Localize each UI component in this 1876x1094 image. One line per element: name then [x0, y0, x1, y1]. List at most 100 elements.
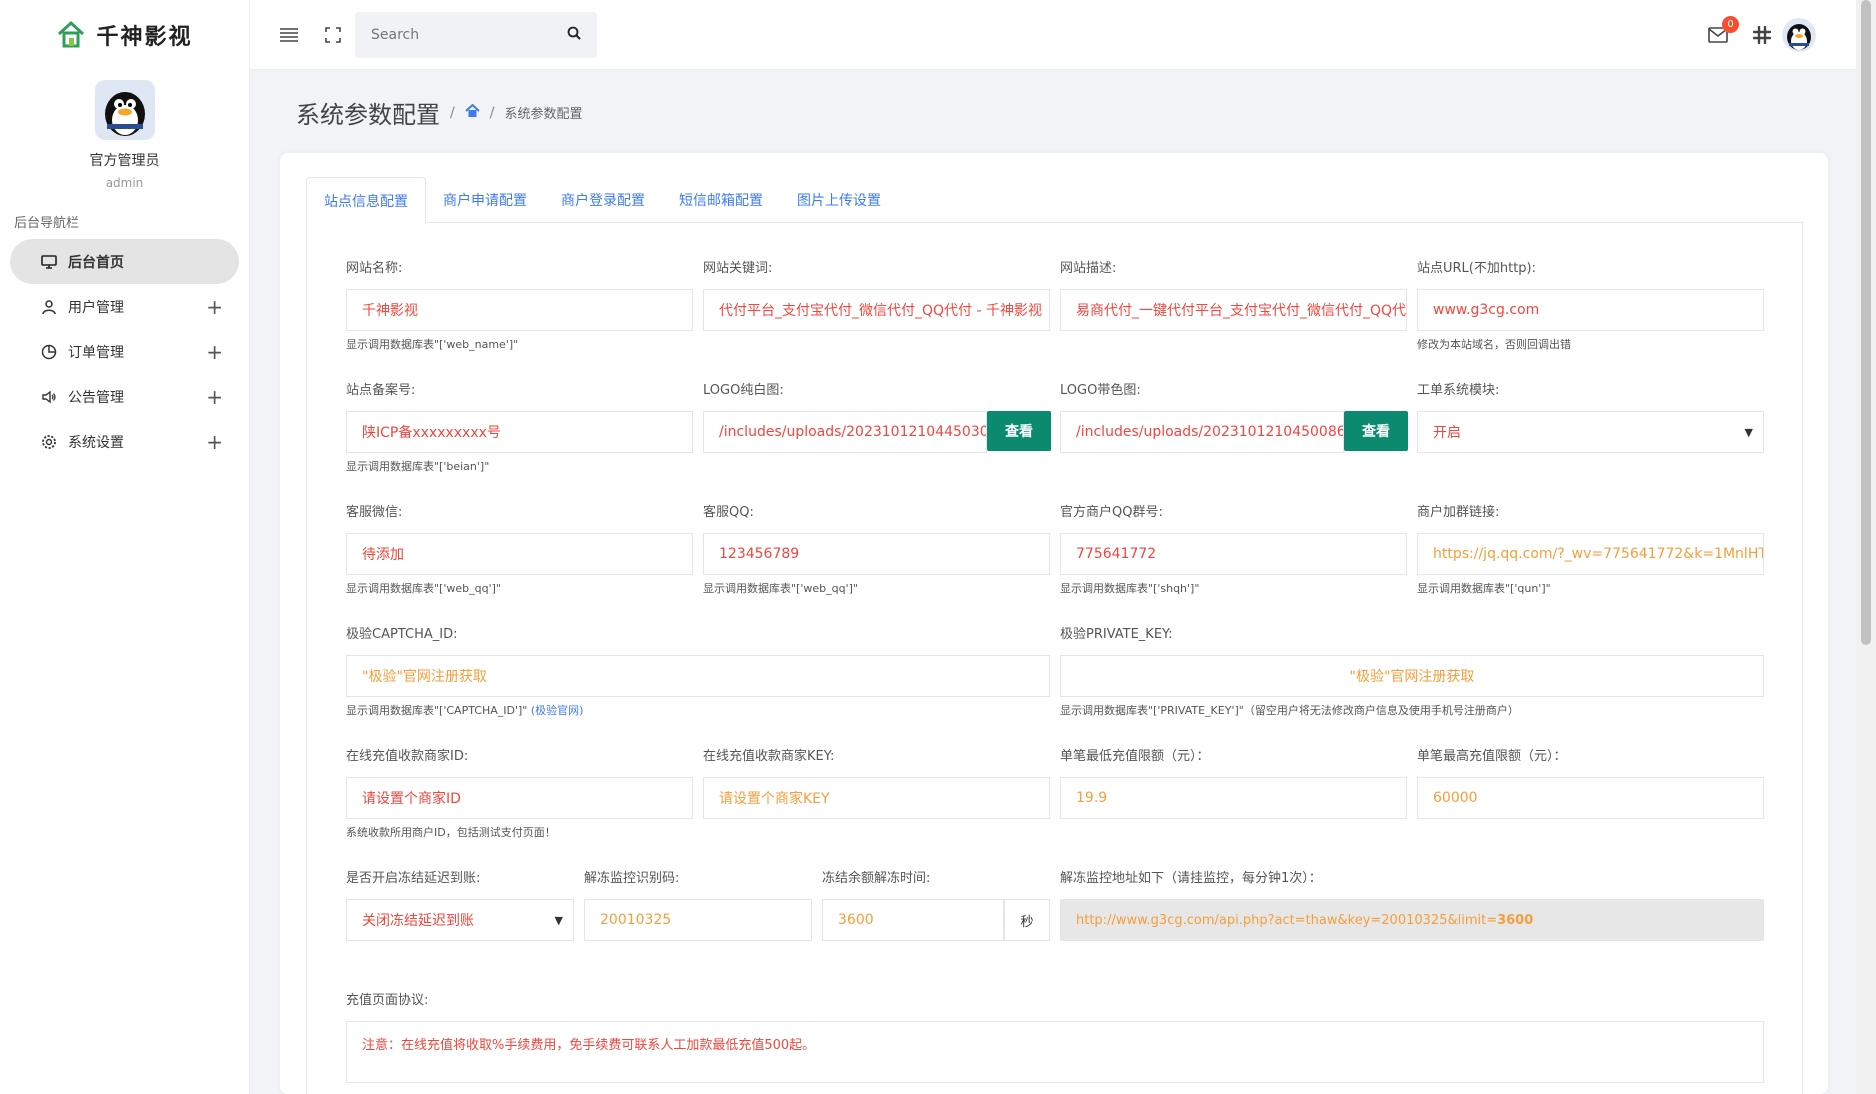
field-label: 在线充值收款商家KEY:	[703, 749, 835, 764]
field-label: 极验PRIVATE_KEY:	[1060, 627, 1173, 642]
field-help: 系统收款所用商户ID，包括测试支付页面！	[346, 826, 556, 839]
geetest-official-link[interactable]: (极验官网)	[531, 704, 584, 717]
field-label: 解冻监控地址如下（请挂监控，每分钟1次）：	[1060, 871, 1322, 886]
service-qq-input[interactable]: 123456789	[703, 533, 1050, 575]
tab-merchant-login[interactable]: 商户登录配置	[544, 177, 662, 223]
max-recharge-input[interactable]: 60000	[1417, 777, 1764, 819]
help-text: 显示调用数据库表"['CAPTCHA_ID']"	[346, 704, 528, 717]
sidebar-item-settings[interactable]: 系统设置 +	[10, 419, 239, 464]
field-label: 在线充值收款商家ID:	[346, 749, 469, 764]
field-label: 是否开启冻结延迟到账:	[346, 871, 481, 886]
logo-white-field: LOGO纯白图: /includes/uploads/2023101210445…	[703, 381, 1051, 453]
sidebar: 千神影视 官方管理员 admin 后台导航栏 后台首页 用户管理 + 订单管理 …	[0, 0, 250, 1094]
home-icon[interactable]	[465, 103, 480, 122]
tab-merchant-apply[interactable]: 商户申请配置	[426, 177, 544, 223]
tab-sms-email[interactable]: 短信邮箱配置	[662, 177, 780, 223]
topbar: 0	[250, 0, 1856, 70]
tab-site-info[interactable]: 站点信息配置	[306, 177, 426, 224]
pie-chart-icon	[40, 343, 58, 361]
group-link-input[interactable]: https://jq.qq.com/?_wv=775641772&k=1MnlH…	[1417, 533, 1764, 575]
mail-icon[interactable]: 0	[1707, 16, 1739, 46]
search-icon[interactable]	[567, 26, 581, 44]
field-label: LOGO带色图:	[1060, 383, 1141, 398]
group-link-field: 商户加群链接: https://jq.qq.com/?_wv=775641772…	[1417, 503, 1764, 595]
view-logo-color-button[interactable]: 查看	[1344, 411, 1408, 451]
app-logo[interactable]: 千神影视	[0, 0, 249, 70]
private-key-input[interactable]: "极验"官网注册获取	[1060, 655, 1764, 697]
description-input[interactable]: 易商代付_一键代付平台_支付宝代付_微信代付_QQ代付	[1060, 289, 1407, 331]
seconds-unit: 秒	[1004, 899, 1050, 941]
slack-icon[interactable]	[1751, 24, 1773, 46]
site-info-form: 网站名称: 千神影视 显示调用数据库表"['web_name']" 网站关键词:…	[306, 223, 1803, 1094]
agreement-textarea[interactable]: 注意：在线充值将收取%手续费用，免手续费可联系人工加款最低充值500起。	[346, 1021, 1764, 1083]
field-label: 商户加群链接:	[1417, 505, 1500, 520]
view-logo-white-button[interactable]: 查看	[987, 411, 1051, 451]
expand-plus-icon[interactable]: +	[206, 340, 223, 364]
ticket-select[interactable]: 开启 ▼	[1417, 411, 1764, 453]
house-logo-icon	[56, 20, 86, 50]
field-label: 客服QQ:	[703, 505, 754, 520]
field-help: 修改为本站域名，否则回调出错	[1417, 338, 1571, 351]
private-key-field: 极验PRIVATE_KEY: "极验"官网注册获取 显示调用数据库表"['PRI…	[1060, 625, 1764, 717]
monitor-icon	[40, 253, 58, 271]
merchant-id-field: 在线充值收款商家ID: 请设置个商家ID 系统收款所用商户ID，包括测试支付页面…	[346, 747, 693, 839]
sidebar-item-orders[interactable]: 订单管理 +	[10, 329, 239, 374]
menu-toggle-icon[interactable]	[278, 24, 300, 46]
field-label: LOGO纯白图:	[703, 383, 784, 398]
freeze-field: 是否开启冻结延迟到账: 关闭冻结延迟到账 ▼	[346, 869, 574, 941]
captcha-id-input[interactable]: "极验"官网注册获取	[346, 655, 1050, 697]
sidebar-item-announcements[interactable]: 公告管理 +	[10, 374, 239, 419]
settings-card: 站点信息配置 商户申请配置 商户登录配置 短信邮箱配置 图片上传设置 网站名称:…	[280, 153, 1828, 1094]
logo-color-input[interactable]: /includes/uploads/20231012104500865	[1060, 411, 1344, 453]
site-url-field: 站点URL(不加http): www.g3cg.com 修改为本站域名，否则回调…	[1417, 259, 1764, 351]
thaw-code-field: 解冻监控识别码: 20010325	[584, 869, 812, 941]
service-wechat-input[interactable]: 待添加	[346, 533, 693, 575]
sidebar-item-users[interactable]: 用户管理 +	[10, 284, 239, 329]
field-label: 站点URL(不加http):	[1417, 261, 1536, 276]
thaw-url-input[interactable]: http://www.g3cg.com/api.php?act=thaw&key…	[1060, 899, 1764, 941]
field-label: 单笔最低充值限额（元）：	[1060, 749, 1210, 764]
breadcrumb-separator: /	[489, 104, 495, 121]
captcha-id-field: 极验CAPTCHA_ID: "极验"官网注册获取 显示调用数据库表"['CAPT…	[346, 625, 1050, 717]
field-label: 解冻监控识别码:	[584, 871, 680, 886]
field-help: 显示调用数据库表"['web_qq']"	[346, 582, 501, 595]
search-input[interactable]	[371, 27, 567, 43]
merchant-key-input[interactable]: 请设置个商家KEY	[703, 777, 1050, 819]
qq-group-input[interactable]: 775641772	[1060, 533, 1407, 575]
avatar[interactable]	[94, 80, 155, 140]
field-label: 充值页面协议:	[346, 993, 429, 1008]
thaw-code-input[interactable]: 20010325	[584, 899, 812, 941]
page-scrollbar[interactable]	[1856, 0, 1876, 1094]
max-recharge-field: 单笔最高充值限额（元）： 60000	[1417, 747, 1764, 819]
chevron-down-icon: ▼	[554, 914, 563, 927]
field-help: 显示调用数据库表"['CAPTCHA_ID']" (极验官网)	[346, 702, 583, 718]
expand-plus-icon[interactable]: +	[206, 295, 223, 319]
logo-white-input[interactable]: /includes/uploads/20231012104450309	[703, 411, 987, 453]
scrollbar-thumb[interactable]	[1861, 0, 1871, 645]
freeze-select[interactable]: 关闭冻结延迟到账 ▼	[346, 899, 574, 941]
user-icon	[40, 298, 58, 316]
field-label: 单笔最高充值限额（元）：	[1417, 749, 1567, 764]
beian-input[interactable]: 陕ICP备xxxxxxxxx号	[346, 411, 693, 453]
field-label: 网站描述:	[1060, 261, 1117, 276]
nav-caption: 后台导航栏	[14, 216, 80, 231]
avatar[interactable]	[1782, 18, 1816, 52]
thaw-time-input[interactable]: 3600	[822, 899, 1004, 941]
user-name: 官方管理员	[89, 153, 160, 169]
field-help: 显示调用数据库表"['web_qq']"	[703, 582, 858, 595]
sidebar-item-dashboard[interactable]: 后台首页	[10, 239, 239, 284]
expand-plus-icon[interactable]: +	[206, 430, 223, 454]
merchant-id-input[interactable]: 请设置个商家ID	[346, 777, 693, 819]
fullscreen-icon[interactable]	[322, 24, 344, 46]
page-header: 系统参数配置 / / 系统参数配置	[296, 95, 582, 130]
min-recharge-field: 单笔最低充值限额（元）： 19.9	[1060, 747, 1407, 819]
field-help: 显示调用数据库表"['web_name']"	[346, 338, 519, 351]
expand-plus-icon[interactable]: +	[206, 385, 223, 409]
keywords-input[interactable]: 代付平台_支付宝代付_微信代付_QQ代付 - 千神影视	[703, 289, 1050, 331]
web-name-input[interactable]: 千神影视	[346, 289, 693, 331]
site-url-input[interactable]: www.g3cg.com	[1417, 289, 1764, 331]
tab-image-upload[interactable]: 图片上传设置	[780, 177, 898, 223]
min-recharge-input[interactable]: 19.9	[1060, 777, 1407, 819]
description-field: 网站描述: 易商代付_一键代付平台_支付宝代付_微信代付_QQ代付	[1060, 259, 1407, 331]
select-value: 关闭冻结延迟到账	[362, 913, 474, 929]
